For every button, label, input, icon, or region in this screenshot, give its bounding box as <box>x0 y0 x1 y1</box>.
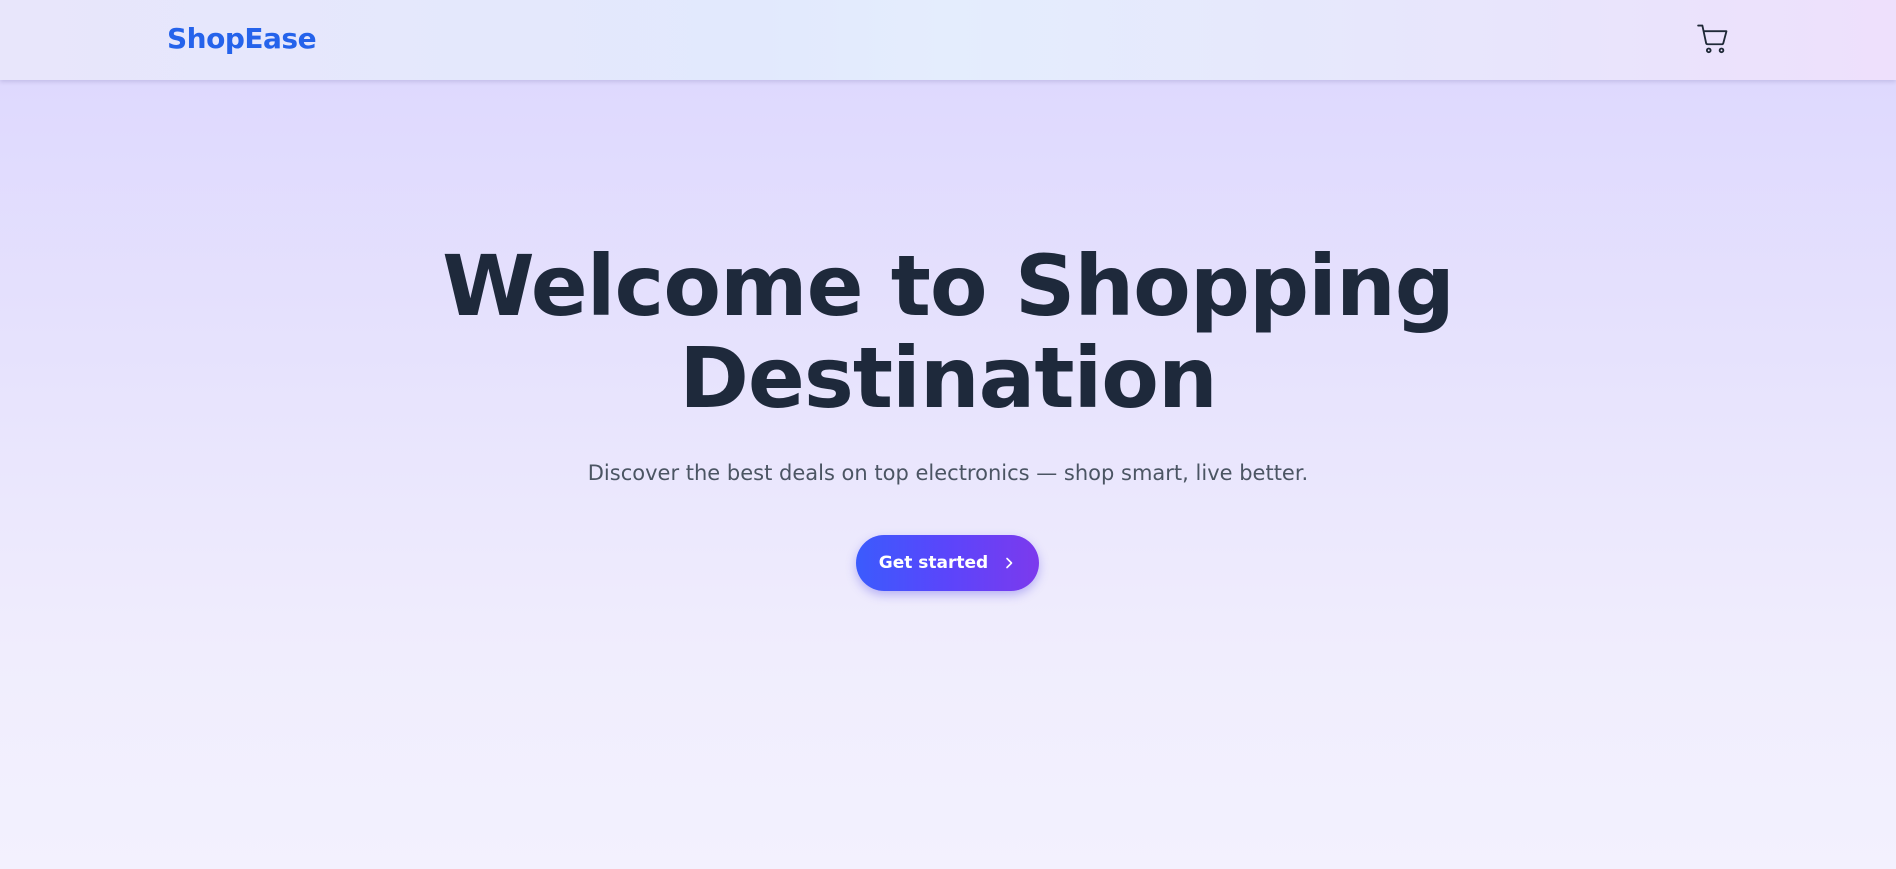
hero-title-line-2: Destination <box>679 329 1218 427</box>
hero-title: Welcome to Shopping Destination <box>0 240 1896 424</box>
navbar: ShopEase <box>0 0 1896 80</box>
brand-logo[interactable]: ShopEase <box>167 22 317 56</box>
chevron-right-icon <box>1002 556 1016 570</box>
get-started-button[interactable]: Get started <box>856 535 1039 591</box>
hero-section: Welcome to Shopping Destination Discover… <box>0 80 1896 488</box>
cart-button[interactable] <box>1696 22 1730 56</box>
cart-icon <box>1696 22 1730 56</box>
get-started-label: Get started <box>878 553 989 573</box>
hero-subtitle: Discover the best deals on top electroni… <box>587 461 1309 485</box>
hero-title-line-1: Welcome to Shopping <box>442 237 1455 335</box>
